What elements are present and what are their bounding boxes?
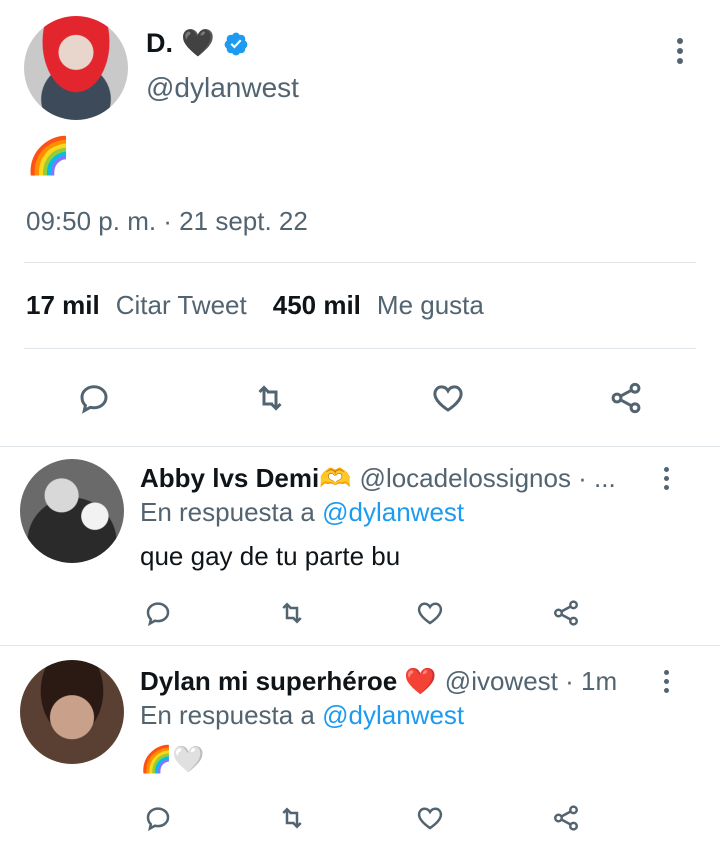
tweet-text: 🌈🤍: [140, 744, 205, 774]
reply-icon: [80, 385, 108, 414]
reply-button[interactable]: [72, 376, 116, 420]
share-button[interactable]: [604, 376, 648, 420]
reply-header: Abby lvs Demi🫶 @locadelossignos · ...: [140, 463, 640, 494]
name-emoji: 🖤: [181, 28, 215, 58]
share-icon: [554, 600, 578, 626]
reply-button[interactable]: [136, 796, 180, 840]
retweet-button[interactable]: [270, 796, 314, 840]
share-icon: [611, 382, 641, 414]
author-name-row: D. 🖤: [146, 28, 249, 59]
reply-prefix: En respuesta a: [140, 700, 315, 730]
more-vertical-icon[interactable]: [676, 38, 684, 66]
share-button[interactable]: [544, 591, 588, 635]
divider: [24, 262, 696, 263]
verified-badge-icon: [224, 32, 247, 55]
retweet-button[interactable]: [248, 376, 292, 420]
share-icon: [554, 805, 578, 831]
mention-link[interactable]: @dylanwest: [322, 497, 464, 527]
main-tweet: D. 🖤 @dylanwest 🌈 09:50 p. m. · 21 sept.…: [0, 0, 720, 446]
share-button[interactable]: [544, 796, 588, 840]
reply-context: En respuesta a @dylanwest: [140, 497, 464, 528]
retweet-icon: [258, 385, 282, 411]
handle[interactable]: @ivowest · 1m: [445, 666, 617, 697]
tweet-stats: 17 mil Citar Tweet 450 mil Me gusta: [26, 290, 510, 321]
tweet-text: 🌈: [26, 135, 71, 176]
display-name[interactable]: D.: [146, 28, 173, 59]
reply-prefix: En respuesta a: [140, 497, 315, 527]
tweet-actions: [0, 372, 720, 424]
retweet-icon: [282, 602, 302, 624]
like-count[interactable]: 450 mil: [273, 290, 361, 321]
avatar[interactable]: [24, 16, 128, 120]
retweet-icon: [282, 807, 302, 829]
mention-link[interactable]: @dylanwest: [322, 700, 464, 730]
heart-icon: [433, 385, 463, 412]
quote-label[interactable]: Citar Tweet: [116, 290, 247, 321]
display-name[interactable]: Dylan mi superhéroe ❤️: [140, 666, 437, 697]
tweet-text: que gay de tu parte bu: [140, 541, 401, 571]
heart-icon: [417, 807, 443, 830]
like-button[interactable]: [408, 796, 452, 840]
reply-button[interactable]: [136, 591, 180, 635]
timestamp[interactable]: 09:50 p. m. · 21 sept. 22: [26, 206, 308, 237]
like-label[interactable]: Me gusta: [377, 290, 484, 321]
reply-tweet[interactable]: Dylan mi superhéroe ❤️ @ivowest · 1m En …: [0, 646, 720, 850]
avatar[interactable]: [20, 660, 124, 764]
reply-icon: [146, 602, 170, 627]
reply-context: En respuesta a @dylanwest: [140, 700, 464, 731]
reply-header: Dylan mi superhéroe ❤️ @ivowest · 1m: [140, 666, 640, 697]
reply-tweet[interactable]: Abby lvs Demi🫶 @locadelossignos · ... En…: [0, 447, 720, 645]
reply-icon: [146, 807, 170, 832]
like-button[interactable]: [408, 591, 452, 635]
divider: [24, 348, 696, 349]
more-vertical-icon[interactable]: [662, 467, 670, 493]
tweet-actions: [0, 796, 720, 836]
handle[interactable]: @dylanwest: [146, 72, 299, 104]
handle[interactable]: @locadelossignos · ...: [360, 463, 616, 494]
heart-icon: [417, 602, 443, 625]
like-button[interactable]: [426, 376, 470, 420]
display-name[interactable]: Abby lvs Demi🫶: [140, 463, 352, 494]
tweet-actions: [0, 591, 720, 631]
quote-count[interactable]: 17 mil: [26, 290, 100, 321]
retweet-button[interactable]: [270, 591, 314, 635]
more-vertical-icon[interactable]: [662, 670, 670, 696]
avatar[interactable]: [20, 459, 124, 563]
